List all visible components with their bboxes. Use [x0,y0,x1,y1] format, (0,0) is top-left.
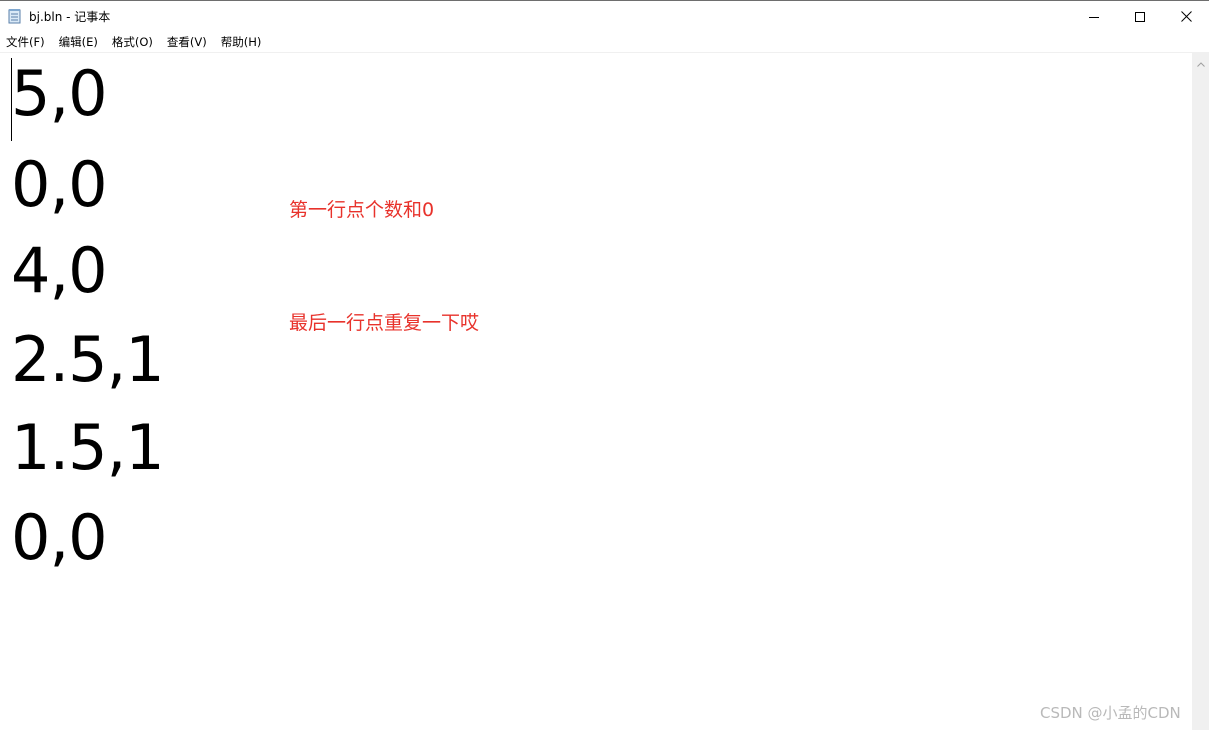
title-bar[interactable]: bj.bln - 记事本 [0,1,1209,32]
text-editor[interactable]: 5,0 0,0 4,0 2.5,1 1.5,1 0,0 第一行点个数和0 最后一… [0,53,1192,730]
watermark-text: CSDN @小孟的CDN [1040,704,1181,722]
menu-edit[interactable]: 编辑(E) [53,32,102,52]
chevron-up-icon [1196,52,1205,71]
minimize-icon [1089,12,1099,22]
menu-help[interactable]: 帮助(H) [215,32,266,52]
minimize-button[interactable] [1071,1,1117,32]
close-button[interactable] [1163,1,1209,32]
menu-format[interactable]: 格式(O) [106,32,157,52]
menu-bar: 文件(F) 编辑(E) 格式(O) 查看(V) 帮助(H) [0,32,1209,53]
annotation-note: 最后一行点重复一下哎 [289,312,480,334]
text-line: 0,0 [11,501,108,574]
window-title: bj.bln - 记事本 [29,10,111,24]
text-line: 2.5,1 [11,323,165,396]
menu-view[interactable]: 查看(V) [161,32,211,52]
annotation-note: 第一行点个数和0 [289,199,435,221]
scroll-up-button[interactable] [1192,53,1209,70]
notepad-window: bj.bln - 记事本 文件(F) 编辑(E) 格式(O) 查看(V) 帮助(… [0,0,1209,730]
text-line: 4,0 [11,234,108,307]
vertical-scrollbar[interactable] [1192,53,1209,730]
close-icon [1180,11,1192,22]
notepad-icon [8,8,22,24]
maximize-button[interactable] [1117,1,1163,32]
text-line: 1.5,1 [11,411,165,484]
text-line: 0,0 [11,148,108,221]
menu-file[interactable]: 文件(F) [0,32,49,52]
maximize-icon [1135,11,1145,22]
text-line: 5,0 [11,57,108,130]
